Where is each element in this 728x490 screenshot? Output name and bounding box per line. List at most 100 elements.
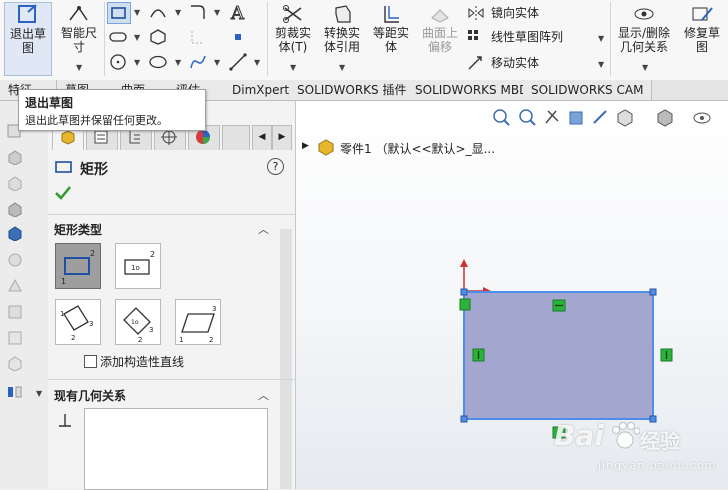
circle-caret-icon[interactable]: ▼ <box>134 58 140 67</box>
repair-sketch-button[interactable]: 修复草 图 <box>680 4 724 54</box>
convert-caret-icon[interactable]: ▼ <box>339 63 345 72</box>
exit-sketch-label: 退出草 图 <box>9 27 46 55</box>
part-icon[interactable] <box>6 175 24 191</box>
convert-entities-button[interactable]: 转换实 体引用 <box>319 4 365 54</box>
line-caret-icon[interactable]: ▼ <box>254 58 260 67</box>
circle-tool[interactable] <box>107 52 129 72</box>
part-icon[interactable] <box>6 201 24 217</box>
spline-caret-icon[interactable]: ▼ <box>214 58 220 67</box>
move-label: 移动实体 <box>491 56 540 70</box>
smart-dim-caret-icon[interactable]: ▼ <box>76 63 82 72</box>
exit-sketch-button[interactable]: 退出草 图 <box>4 2 52 76</box>
offset-label: 等距实 体 <box>372 26 409 54</box>
slot-icon <box>109 32 127 42</box>
rectangle-feature-icon <box>55 161 72 173</box>
svg-text:3: 3 <box>149 326 153 334</box>
fillet-tool[interactable] <box>187 2 209 22</box>
collapse-chevron-icon[interactable]: ︿ <box>258 387 269 403</box>
rectangle-caret-icon[interactable]: ▼ <box>134 8 140 17</box>
linear-pattern-button[interactable]: 线性草图阵列 <box>467 28 563 45</box>
rect-type-heading: 矩形类型 <box>54 223 103 237</box>
fillet-caret-icon[interactable]: ▼ <box>214 8 220 17</box>
tab-dimxpert[interactable]: DimXpert <box>224 80 299 100</box>
section-view-icon[interactable] <box>6 277 24 293</box>
parallelogram-button[interactable]: 1 2 3 <box>175 299 221 345</box>
paw-logo-icon <box>612 422 640 449</box>
svg-text:3: 3 <box>212 305 216 313</box>
watermark-brand: Bai <box>554 419 604 452</box>
line-tool[interactable] <box>227 52 249 72</box>
3point-corner-rectangle-button[interactable]: 1 2 3 <box>55 299 101 345</box>
coincident-relation-icon[interactable] <box>459 298 471 311</box>
ribbon-divider <box>104 2 105 76</box>
corner-rectangle-button[interactable]: 12 <box>55 243 101 289</box>
relations-caret-icon[interactable]: ▼ <box>642 63 648 72</box>
divider <box>48 214 295 215</box>
offset-on-surface-button[interactable]: 曲面上 偏移 <box>417 4 463 54</box>
tabs-scroll-right-icon[interactable]: ▶ <box>272 125 292 150</box>
scene-icon[interactable] <box>6 355 24 371</box>
slot-tool[interactable] <box>107 27 129 47</box>
svg-text:2: 2 <box>209 336 213 344</box>
polygon-icon <box>150 29 166 45</box>
pm-scrollbar[interactable] <box>280 229 292 489</box>
rectangle-tool[interactable] <box>107 2 131 24</box>
linear-pattern-label: 线性草图阵列 <box>491 30 564 44</box>
corner-point[interactable] <box>460 415 468 423</box>
3d-view-icon[interactable] <box>6 225 24 241</box>
3point-corner-rectangle-icon: 1 2 3 <box>60 305 93 342</box>
collapse-chevron-icon[interactable]: ︿ <box>258 221 269 237</box>
svg-text:1o: 1o <box>131 319 139 326</box>
pattern-caret-icon[interactable]: ▼ <box>598 34 604 43</box>
ellipse-tool[interactable] <box>147 52 169 72</box>
corner-point[interactable] <box>460 288 468 296</box>
slot-caret-icon[interactable]: ▼ <box>134 33 140 42</box>
ok-check-icon[interactable] <box>54 185 72 201</box>
3point-center-rectangle-button[interactable]: 1o 3 2 <box>115 299 161 345</box>
tab-solidworks-addins[interactable]: SOLIDWORKS 插件 <box>289 80 416 100</box>
watermark-jingyan: 经验 <box>640 429 680 453</box>
construction-lines-checkbox[interactable] <box>84 355 97 368</box>
tab-solidworks-mbd[interactable]: SOLIDWORKS MBD <box>407 80 538 100</box>
3point-center-rectangle-icon: 1o 32 <box>123 307 153 344</box>
offset-entities-button[interactable]: 等距实 体 <box>369 4 413 54</box>
repair-sketch-icon <box>692 7 713 21</box>
trim-entities-button[interactable]: 剪裁实 体(T) <box>271 4 315 54</box>
svg-text:1: 1 <box>60 310 64 318</box>
trim-caret-icon[interactable]: ▼ <box>290 63 296 72</box>
exit-sketch-tooltip: 退出草图 退出此草图并保留任何更改。 <box>18 89 206 131</box>
convert-entities-icon <box>335 5 351 23</box>
property-manager: ◀ ▶ 矩形 ? 矩形类型 ︿ 12 1o 2 123 1o 3 2 123 添加构造… <box>48 101 296 490</box>
construction-lines-label: 添加构造性直线 <box>100 355 185 369</box>
watermark-url: jingyan.baidu.com <box>598 459 717 472</box>
mirror-entities-button[interactable]: 镜向实体 <box>467 4 539 21</box>
tab-more[interactable] <box>222 125 250 150</box>
smart-dimension-button[interactable]: 智能尺 寸 <box>56 4 102 54</box>
arc-tool[interactable] <box>147 2 169 22</box>
corner-point[interactable] <box>649 415 657 423</box>
hide-show-icon[interactable] <box>6 329 24 345</box>
spline-tool[interactable] <box>187 52 209 72</box>
polygon-tool[interactable] <box>147 27 169 47</box>
text-tool[interactable]: A <box>227 2 249 22</box>
graphics-area[interactable]: ▶ 零件1 （默认<<默认>_显... Bai 经验 jingyan.baidu… <box>296 101 728 489</box>
ellipse-caret-icon[interactable]: ▼ <box>175 58 181 67</box>
arc-caret-icon[interactable]: ▼ <box>175 8 181 17</box>
show-delete-relations-button[interactable]: 显示/删除 几何关系 <box>613 4 675 54</box>
view-settings-caret-icon[interactable]: ▼ <box>36 389 42 398</box>
move-entities-button[interactable]: 移动实体 <box>467 54 539 71</box>
relations-list[interactable] <box>84 408 268 490</box>
appearance-icon[interactable] <box>6 251 24 267</box>
move-caret-icon[interactable]: ▼ <box>598 60 604 69</box>
part-icon[interactable] <box>6 149 24 165</box>
corner-point[interactable] <box>649 288 657 296</box>
svg-text:2: 2 <box>71 334 75 342</box>
tab-solidworks-cam[interactable]: SOLIDWORKS CAM <box>523 80 653 100</box>
tabs-scroll-left-icon[interactable]: ◀ <box>252 125 272 150</box>
chamfer-tool[interactable] <box>187 27 209 47</box>
help-button[interactable]: ? <box>267 158 284 175</box>
point-tool[interactable] <box>227 27 249 47</box>
center-rectangle-button[interactable]: 1o 2 <box>115 243 161 289</box>
display-style-icon[interactable] <box>6 303 24 319</box>
view-settings-icon[interactable] <box>6 383 24 399</box>
